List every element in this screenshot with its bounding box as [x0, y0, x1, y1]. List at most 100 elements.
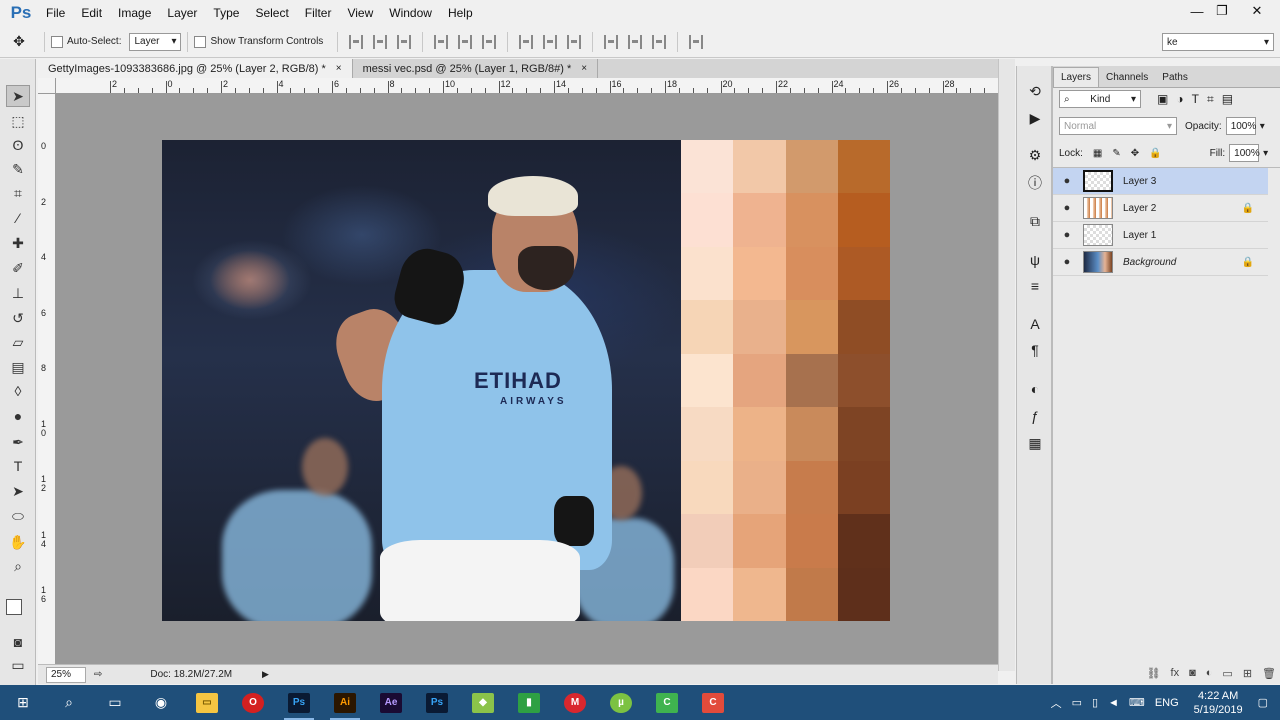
lasso-tool-icon[interactable]: ʘ	[6, 134, 30, 156]
network-icon[interactable]: ▭	[1072, 696, 1082, 709]
link-layers-icon[interactable]: ⛓	[1147, 667, 1161, 680]
filter-adjustment-icon[interactable]: ◑	[1176, 92, 1183, 106]
fill-field[interactable]: 100%	[1229, 144, 1260, 162]
hand-tool-icon[interactable]: ✋	[6, 531, 30, 553]
menu-layer[interactable]: Layer	[159, 6, 205, 20]
filter-type-icon[interactable]: T	[1192, 92, 1199, 106]
status-menu-arrow-icon[interactable]: ▶	[262, 669, 269, 680]
horizontal-ruler[interactable]: 2 0 2 4 6 8 10 12 14 16 18 20 22 24 26 28	[56, 78, 998, 94]
pen-tool-icon[interactable]: ✒	[6, 431, 30, 453]
tool-presets-icon[interactable]: ≡	[1023, 275, 1047, 297]
menu-edit[interactable]: Edit	[73, 6, 110, 20]
clock[interactable]: 4:22 AM 5/19/2019	[1194, 689, 1243, 717]
dodge-tool-icon[interactable]: ●	[6, 405, 30, 427]
tab-getty-image[interactable]: GettyImages-1093383686.jpg @ 25% (Layer …	[38, 59, 353, 78]
styles-fx-icon[interactable]: ƒ	[1023, 405, 1047, 427]
align-top-icon[interactable]	[349, 34, 364, 49]
gradient-tool-icon[interactable]: ▤	[6, 356, 30, 378]
marquee-tool-icon[interactable]: ⬚	[6, 110, 30, 132]
ruler-corner[interactable]	[38, 78, 56, 94]
move-tool-icon[interactable]: ✥	[0, 33, 38, 50]
menu-select[interactable]: Select	[247, 6, 296, 20]
taskbar-photoshop-alt-app[interactable]: Ps	[414, 685, 460, 720]
auto-align-icon[interactable]	[689, 34, 704, 49]
new-layer-icon[interactable]: ⊞	[1243, 667, 1252, 680]
layer-row-layer-3[interactable]: ● Layer 3	[1053, 168, 1268, 195]
mega-icon[interactable]: M	[552, 685, 598, 720]
volume-icon[interactable]: ◄	[1108, 697, 1119, 709]
chevron-up-icon[interactable]: ︿	[1051, 695, 1062, 711]
menu-image[interactable]: Image	[110, 6, 159, 20]
document-canvas[interactable]: ETIHAD AIRWAYS	[162, 140, 890, 621]
lock-all-icon[interactable]: 🔒	[1149, 148, 1161, 159]
taskbar-photoshop-app[interactable]: Ps	[276, 685, 322, 720]
task-view-icon[interactable]: ▭	[92, 685, 138, 720]
blur-tool-icon[interactable]: ◊	[6, 380, 30, 402]
filter-shape-icon[interactable]: ⌗	[1207, 92, 1214, 107]
menu-file[interactable]: File	[38, 6, 73, 20]
align-vcenter-icon[interactable]	[373, 34, 388, 49]
keyboard-icon[interactable]: ⌨	[1129, 696, 1145, 709]
camera-icon[interactable]: ◉	[138, 685, 184, 720]
move-tool-icon[interactable]: ➤	[6, 85, 30, 107]
distribute-hcenter-icon[interactable]	[628, 34, 643, 49]
align-right-icon[interactable]	[482, 34, 497, 49]
character-icon[interactable]: A	[1023, 313, 1047, 335]
info-icon[interactable]: ⇨	[94, 669, 102, 680]
layer-row-background[interactable]: ● Background 🔒	[1053, 249, 1268, 276]
foreground-color-swatch[interactable]	[6, 599, 22, 615]
new-adjustment-icon[interactable]: ◐	[1206, 667, 1213, 679]
taskbar-app-icon[interactable]: ◆	[460, 685, 506, 720]
menu-view[interactable]: View	[339, 6, 381, 20]
opera-icon[interactable]: O	[230, 685, 276, 720]
align-bottom-icon[interactable]	[397, 34, 412, 49]
history-icon[interactable]: ⟲	[1023, 80, 1047, 102]
layer-style-fx-icon[interactable]: fx	[1171, 667, 1180, 679]
tab-paths[interactable]: Paths	[1155, 68, 1195, 87]
add-mask-icon[interactable]: ◙	[1189, 667, 1196, 679]
restore-button[interactable]: ❐	[1207, 0, 1237, 22]
language-indicator[interactable]: ENG	[1155, 697, 1179, 709]
camtasia-icon[interactable]: C	[644, 685, 690, 720]
menu-window[interactable]: Window	[381, 6, 440, 20]
windows-start-icon[interactable]: ⊞	[0, 685, 46, 720]
notifications-icon[interactable]: ▢	[1258, 696, 1268, 709]
healing-brush-tool-icon[interactable]: ✚	[6, 232, 30, 254]
distribute-top-icon[interactable]	[519, 34, 534, 49]
tab-channels[interactable]: Channels	[1099, 68, 1155, 87]
lock-pixels-icon[interactable]: ✎	[1112, 148, 1120, 159]
close-button[interactable]: ✕	[1242, 0, 1272, 22]
vertical-ruler[interactable]: 0 2 4 6 8 1 0 1 2 1 4 1 6	[38, 94, 56, 664]
history-brush-tool-icon[interactable]: ↺	[6, 307, 30, 329]
brush-tool-icon[interactable]: ✐	[6, 257, 30, 279]
close-icon[interactable]: ×	[581, 63, 587, 74]
taskbar-after-effects-app[interactable]: Ae	[368, 685, 414, 720]
auto-select-checkbox[interactable]	[51, 35, 63, 48]
layer-row-layer-2[interactable]: ● Layer 2 🔒	[1053, 195, 1268, 222]
filter-smart-object-icon[interactable]: ▤	[1222, 92, 1233, 106]
auto-select-dropdown[interactable]: Layer ▾	[129, 32, 182, 51]
zoom-field[interactable]: 25%	[46, 666, 86, 683]
menu-help[interactable]: Help	[440, 6, 481, 20]
color-icon[interactable]: ◐	[1023, 378, 1047, 400]
file-explorer-icon[interactable]: ▭	[184, 685, 230, 720]
distribute-left-icon[interactable]	[604, 34, 619, 49]
paragraph-icon[interactable]: ¶	[1023, 339, 1047, 361]
path-select-tool-icon[interactable]: ➤	[6, 480, 30, 502]
type-tool-icon[interactable]: T	[6, 455, 30, 477]
eye-icon[interactable]: ●	[1059, 256, 1075, 268]
menu-type[interactable]: Type	[205, 6, 247, 20]
close-icon[interactable]: ×	[336, 63, 342, 74]
quick-select-tool-icon[interactable]: ✎	[6, 158, 30, 180]
swatches-icon[interactable]: ▦	[1023, 432, 1047, 454]
eraser-tool-icon[interactable]: ▱	[6, 331, 30, 353]
utorrent-icon[interactable]: µ	[598, 685, 644, 720]
screen-mode-icon[interactable]: ▭	[6, 654, 30, 676]
camtasia-recorder-icon[interactable]: C	[690, 685, 736, 720]
menu-filter[interactable]: Filter	[297, 6, 340, 20]
adjustments-icon[interactable]: ⚙	[1023, 144, 1047, 166]
distribute-vcenter-icon[interactable]	[543, 34, 558, 49]
tab-layers[interactable]: Layers	[1053, 67, 1100, 87]
opacity-field[interactable]: 100%	[1225, 117, 1256, 135]
quick-mask-icon[interactable]: ◙	[6, 631, 30, 653]
